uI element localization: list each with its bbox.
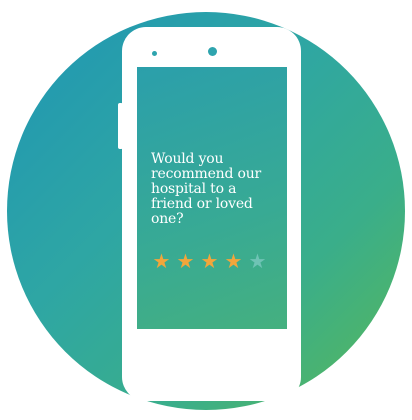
star-icon[interactable]: ★ — [247, 251, 268, 271]
star-icon[interactable]: ★ — [223, 251, 244, 271]
star-icon[interactable]: ★ — [199, 251, 220, 271]
star-rating[interactable]: ★ ★ ★ ★ ★ — [151, 251, 268, 271]
phone-illustration: Would you recommend our hospital to a fr… — [122, 27, 301, 401]
survey-question: Would you recommend our hospital to a fr… — [151, 151, 262, 227]
star-icon[interactable]: ★ — [175, 251, 196, 271]
phone-speaker-dot — [152, 51, 157, 56]
star-icon[interactable]: ★ — [151, 251, 172, 271]
phone-camera-dot — [208, 47, 217, 56]
phone-screen: Would you recommend our hospital to a fr… — [137, 67, 287, 329]
